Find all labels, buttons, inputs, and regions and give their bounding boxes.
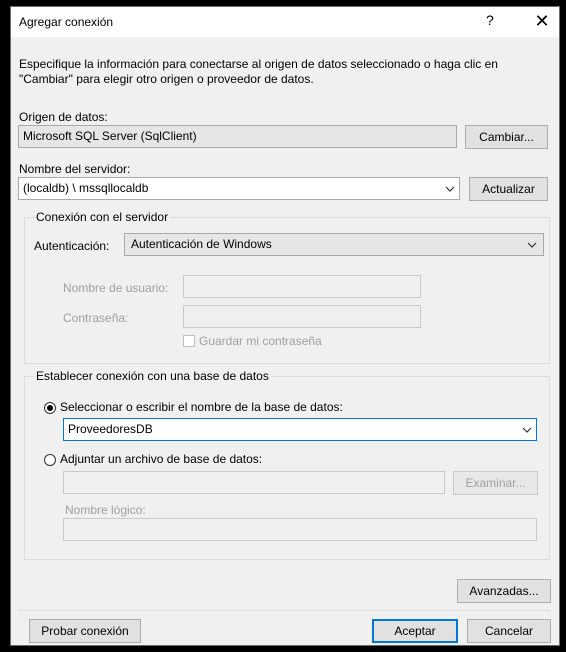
logical-name-label: Nombre lógico:: [65, 503, 146, 517]
save-password-checkbox[interactable]: [183, 335, 195, 347]
title-bar: Agregar conexión ? ✕: [11, 7, 559, 37]
change-button[interactable]: Cambiar...: [465, 125, 548, 149]
browse-button[interactable]: Examinar...: [453, 471, 538, 495]
chevron-down-icon[interactable]: [443, 182, 457, 196]
data-source-label: Origen de datos:: [19, 110, 108, 124]
cancel-button[interactable]: Cancelar: [467, 619, 551, 643]
add-connection-dialog: Agregar conexión ? ✕ Especifique la info…: [10, 6, 560, 646]
save-password-label: Guardar mi contraseña: [199, 334, 322, 348]
password-label: Contraseña:: [63, 311, 129, 325]
refresh-button[interactable]: Actualizar: [469, 177, 548, 201]
database-name-combobox[interactable]: ProveedoresDB: [63, 418, 537, 441]
select-database-radio[interactable]: [44, 402, 56, 414]
separator: [19, 610, 551, 611]
username-label: Nombre de usuario:: [63, 281, 169, 295]
window-title: Agregar conexión: [19, 15, 114, 29]
authentication-value: Autenticación de Windows: [131, 237, 272, 251]
database-connection-group-label: Establecer conexión con una base de dato…: [34, 369, 271, 383]
attach-database-radio[interactable]: [44, 454, 56, 466]
attach-database-label: Adjuntar un archivo de base de datos:: [60, 452, 263, 466]
description-text: Especifique la información para conectar…: [19, 57, 498, 86]
server-name-value: (localdb) \ mssqllocaldb: [23, 181, 149, 195]
close-button[interactable]: ✕: [529, 9, 555, 33]
username-input[interactable]: [183, 275, 421, 298]
test-connection-button[interactable]: Probar conexión: [29, 619, 141, 643]
authentication-dropdown[interactable]: Autenticación de Windows: [124, 233, 544, 256]
server-name-combobox[interactable]: (localdb) \ mssqllocaldb: [18, 177, 460, 200]
logical-name-input[interactable]: [63, 518, 537, 541]
ok-button[interactable]: Aceptar: [372, 619, 458, 643]
password-input[interactable]: [183, 305, 421, 328]
server-name-label: Nombre del servidor:: [19, 162, 131, 176]
chevron-down-icon[interactable]: [525, 238, 539, 252]
authentication-label: Autenticación:: [34, 239, 110, 253]
data-source-field: Microsoft SQL Server (SqlClient): [18, 125, 457, 148]
chevron-down-icon[interactable]: [520, 423, 534, 437]
server-connection-group-label: Conexión con el servidor: [34, 210, 171, 224]
select-database-label: Seleccionar o escribir el nombre de la b…: [60, 400, 343, 414]
database-name-value: ProveedoresDB: [68, 422, 153, 436]
help-button[interactable]: ?: [486, 12, 494, 28]
advanced-button[interactable]: Avanzadas...: [457, 579, 551, 603]
database-file-input[interactable]: [63, 471, 445, 494]
